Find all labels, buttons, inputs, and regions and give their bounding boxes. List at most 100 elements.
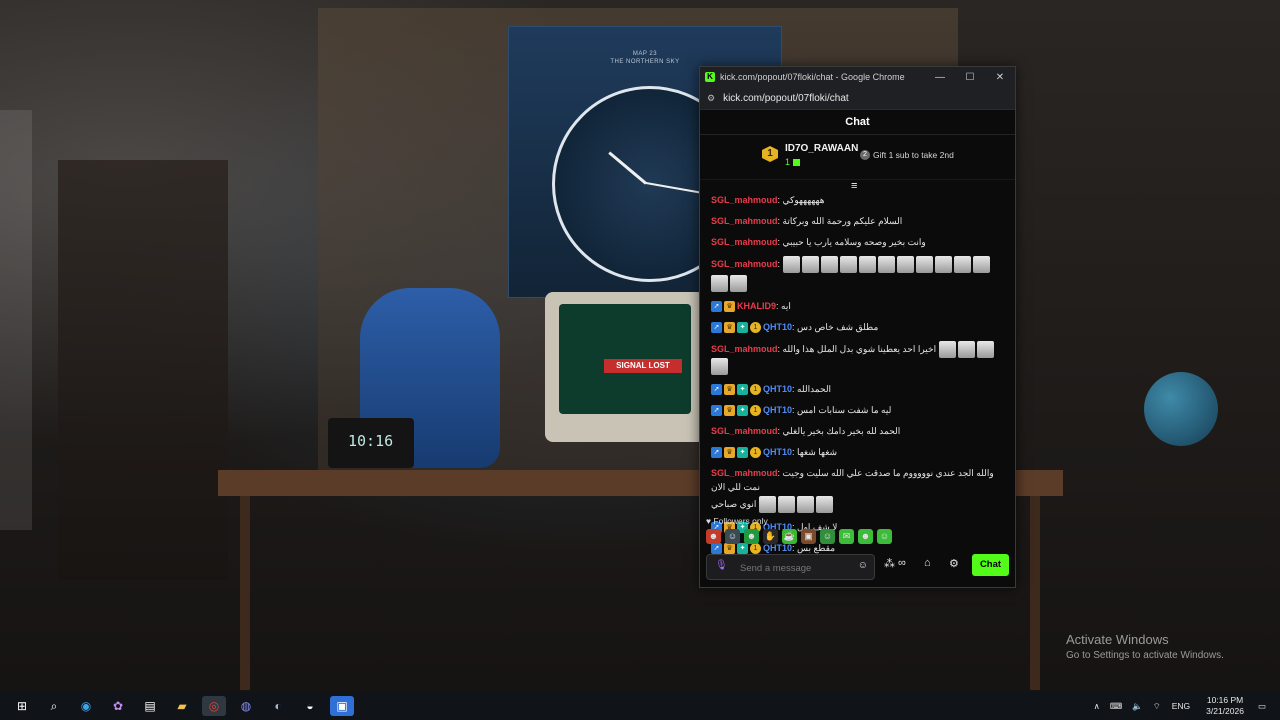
chat-username[interactable]: SGL_mahmoud bbox=[711, 344, 778, 354]
emote-icon[interactable] bbox=[815, 496, 833, 513]
window-titlebar[interactable]: K kick.com/popout/07floki/chat - Google … bbox=[700, 67, 1015, 87]
network-icon[interactable]: ⌨ bbox=[1110, 701, 1122, 712]
collapse-icon[interactable]: ≡ bbox=[851, 180, 857, 192]
microphone-icon[interactable]: 🎙 bbox=[715, 560, 728, 573]
volume-icon[interactable]: 🔈 bbox=[1132, 701, 1143, 712]
rank-1-badge: 1 bbox=[762, 146, 778, 162]
store-icon[interactable]: ⌂ bbox=[924, 557, 931, 569]
emote-icon[interactable] bbox=[820, 256, 838, 273]
emoji-picker-icon[interactable]: ☺ bbox=[858, 560, 868, 571]
maximize-button[interactable]: ☐ bbox=[955, 72, 985, 83]
points-icon[interactable]: ⁂ bbox=[884, 557, 895, 570]
file-explorer-icon[interactable]: ▰ bbox=[170, 696, 194, 716]
emote-green-icon[interactable]: ☻ bbox=[744, 529, 759, 544]
wifi-icon[interactable]: ⌔ bbox=[1153, 701, 1161, 712]
gift-leaderboard: 1 ID7O_RAWAAN 1 2 Gift 1 sub to take 2nd bbox=[700, 135, 1015, 180]
emote-icon[interactable] bbox=[711, 275, 728, 292]
gifter-rank-badge-icon: 1 bbox=[750, 543, 761, 555]
chat-username[interactable]: KHALID9 bbox=[737, 301, 776, 311]
store-icon[interactable]: ▤ bbox=[138, 696, 162, 716]
emote-icon[interactable] bbox=[896, 256, 914, 273]
top-gifter-count: 1 bbox=[785, 157, 801, 167]
chat-text: مطلق شف خاص دس bbox=[797, 322, 879, 332]
chat-username[interactable]: SGL_mahmoud bbox=[711, 468, 778, 478]
chat-input-box[interactable]: 🎙 ☺ bbox=[706, 554, 875, 581]
arrow-badge-icon: ➚ bbox=[711, 301, 722, 313]
clock-time: 10:16 PM bbox=[1206, 695, 1244, 705]
emote-icon[interactable] bbox=[796, 496, 814, 513]
infinity-icon[interactable]: ∞ bbox=[898, 557, 906, 569]
copilot-icon[interactable]: ✿ bbox=[106, 696, 130, 716]
close-button[interactable]: ✕ bbox=[985, 72, 1015, 83]
settings-gear-icon[interactable]: ⚙ bbox=[949, 557, 959, 570]
emote-icon[interactable] bbox=[877, 256, 895, 273]
gifter-rank-badge-icon: 1 bbox=[750, 447, 761, 459]
emote-cup-icon[interactable]: ☕ bbox=[782, 529, 797, 544]
site-settings-icon[interactable]: ⚙ bbox=[707, 93, 715, 104]
emote-icon[interactable] bbox=[839, 256, 857, 273]
steam-icon[interactable]: ◐ bbox=[266, 696, 290, 716]
emote-icon[interactable] bbox=[972, 256, 990, 273]
subscriber-badge-icon: ✦ bbox=[737, 322, 748, 334]
subscriber-badge-icon: ✦ bbox=[737, 384, 748, 396]
chrome-icon[interactable]: ◎ bbox=[202, 696, 226, 716]
emote-icon[interactable] bbox=[858, 256, 876, 273]
chat-message: ➚ ♛ ✦ 1 QHT10: شغها شغها bbox=[700, 445, 1015, 459]
chat-username[interactable]: SGL_mahmoud bbox=[711, 259, 778, 269]
emote-robot-icon[interactable]: ☺ bbox=[725, 529, 740, 544]
emote-face-icon[interactable]: ☺ bbox=[820, 529, 835, 544]
clock-area[interactable]: 10:16 PM 3/21/2026 bbox=[1206, 695, 1244, 717]
emote-icon[interactable] bbox=[915, 256, 933, 273]
tray-chevron-icon[interactable]: ∧ bbox=[1094, 701, 1100, 712]
obs-icon[interactable]: ◒ bbox=[298, 696, 322, 716]
discord-icon[interactable]: ◍ bbox=[234, 696, 258, 716]
send-chat-button[interactable]: Chat bbox=[972, 554, 1009, 576]
app-icon[interactable]: ▣ bbox=[330, 696, 354, 716]
gift-sub-prompt[interactable]: Gift 1 sub to take 2nd bbox=[873, 150, 954, 160]
top-gifter-name[interactable]: ID7O_RAWAAN bbox=[785, 143, 858, 154]
chat-username[interactable]: SGL_mahmoud bbox=[711, 426, 778, 436]
crown-badge-icon: ♛ bbox=[724, 543, 735, 555]
chat-username[interactable]: SGL_mahmoud bbox=[711, 216, 778, 226]
start-windows-icon[interactable]: ⊞ bbox=[10, 696, 34, 716]
quick-emote-bar: ☻ ☺ ☻ ✋ ☕ ▣ ☺ ✉ ☻ ☺ bbox=[706, 529, 896, 544]
emote-red-icon[interactable]: ☻ bbox=[706, 529, 721, 544]
chat-username[interactable]: SGL_mahmoud bbox=[711, 237, 778, 247]
emote-laugh-icon[interactable]: ☻ bbox=[858, 529, 873, 544]
emote-hands-icon[interactable]: ✋ bbox=[763, 529, 778, 544]
emote-icon[interactable] bbox=[976, 341, 994, 358]
emote-box-icon[interactable]: ▣ bbox=[801, 529, 816, 544]
notification-icon[interactable]: ▭ bbox=[1258, 701, 1266, 712]
chat-text: السلام عليكم ورحمة الله وبركاتة bbox=[782, 216, 903, 226]
edge-browser-icon[interactable]: ◉ bbox=[74, 696, 98, 716]
emote-chat-icon[interactable]: ✉ bbox=[839, 529, 854, 544]
emote-kick-icon[interactable]: ☺ bbox=[877, 529, 892, 544]
search-icon[interactable]: ⌕ bbox=[42, 696, 66, 716]
chat-username[interactable]: QHT10 bbox=[763, 543, 792, 553]
emote-icon[interactable] bbox=[801, 256, 819, 273]
chat-username[interactable]: SGL_mahmoud bbox=[711, 195, 778, 205]
chat-messages: SGL_mahmoud: ههههههوكي SGL_mahmoud: السل… bbox=[700, 193, 1015, 562]
emote-icon[interactable] bbox=[938, 341, 956, 358]
emote-icon[interactable] bbox=[758, 496, 776, 513]
emote-icon[interactable] bbox=[934, 256, 952, 273]
followers-only-label: Followers only bbox=[713, 516, 768, 526]
chat-username[interactable]: QHT10 bbox=[763, 384, 792, 394]
emote-icon[interactable] bbox=[730, 275, 747, 292]
emote-icon[interactable] bbox=[711, 358, 728, 375]
emote-icon[interactable] bbox=[782, 256, 800, 273]
subscriber-badge-icon: ✦ bbox=[737, 543, 748, 555]
address-bar[interactable]: ⚙ kick.com/popout/07floki/chat bbox=[700, 87, 1015, 110]
chat-username[interactable]: QHT10 bbox=[763, 405, 792, 415]
chat-username[interactable]: QHT10 bbox=[763, 447, 792, 457]
minimize-button[interactable]: — bbox=[925, 72, 955, 83]
subscriber-badge-icon: ✦ bbox=[737, 405, 748, 417]
language-indicator[interactable]: ENG bbox=[1172, 701, 1190, 711]
emote-icon[interactable] bbox=[957, 341, 975, 358]
chat-text: مقطع بس bbox=[797, 543, 836, 553]
chat-input[interactable] bbox=[738, 555, 862, 581]
emote-icon[interactable] bbox=[777, 496, 795, 513]
emote-icon[interactable] bbox=[953, 256, 971, 273]
chat-text: اخيرا احد يعطينا شوي بدل الملل هذا والله bbox=[782, 343, 937, 354]
chat-username[interactable]: QHT10 bbox=[763, 322, 792, 332]
